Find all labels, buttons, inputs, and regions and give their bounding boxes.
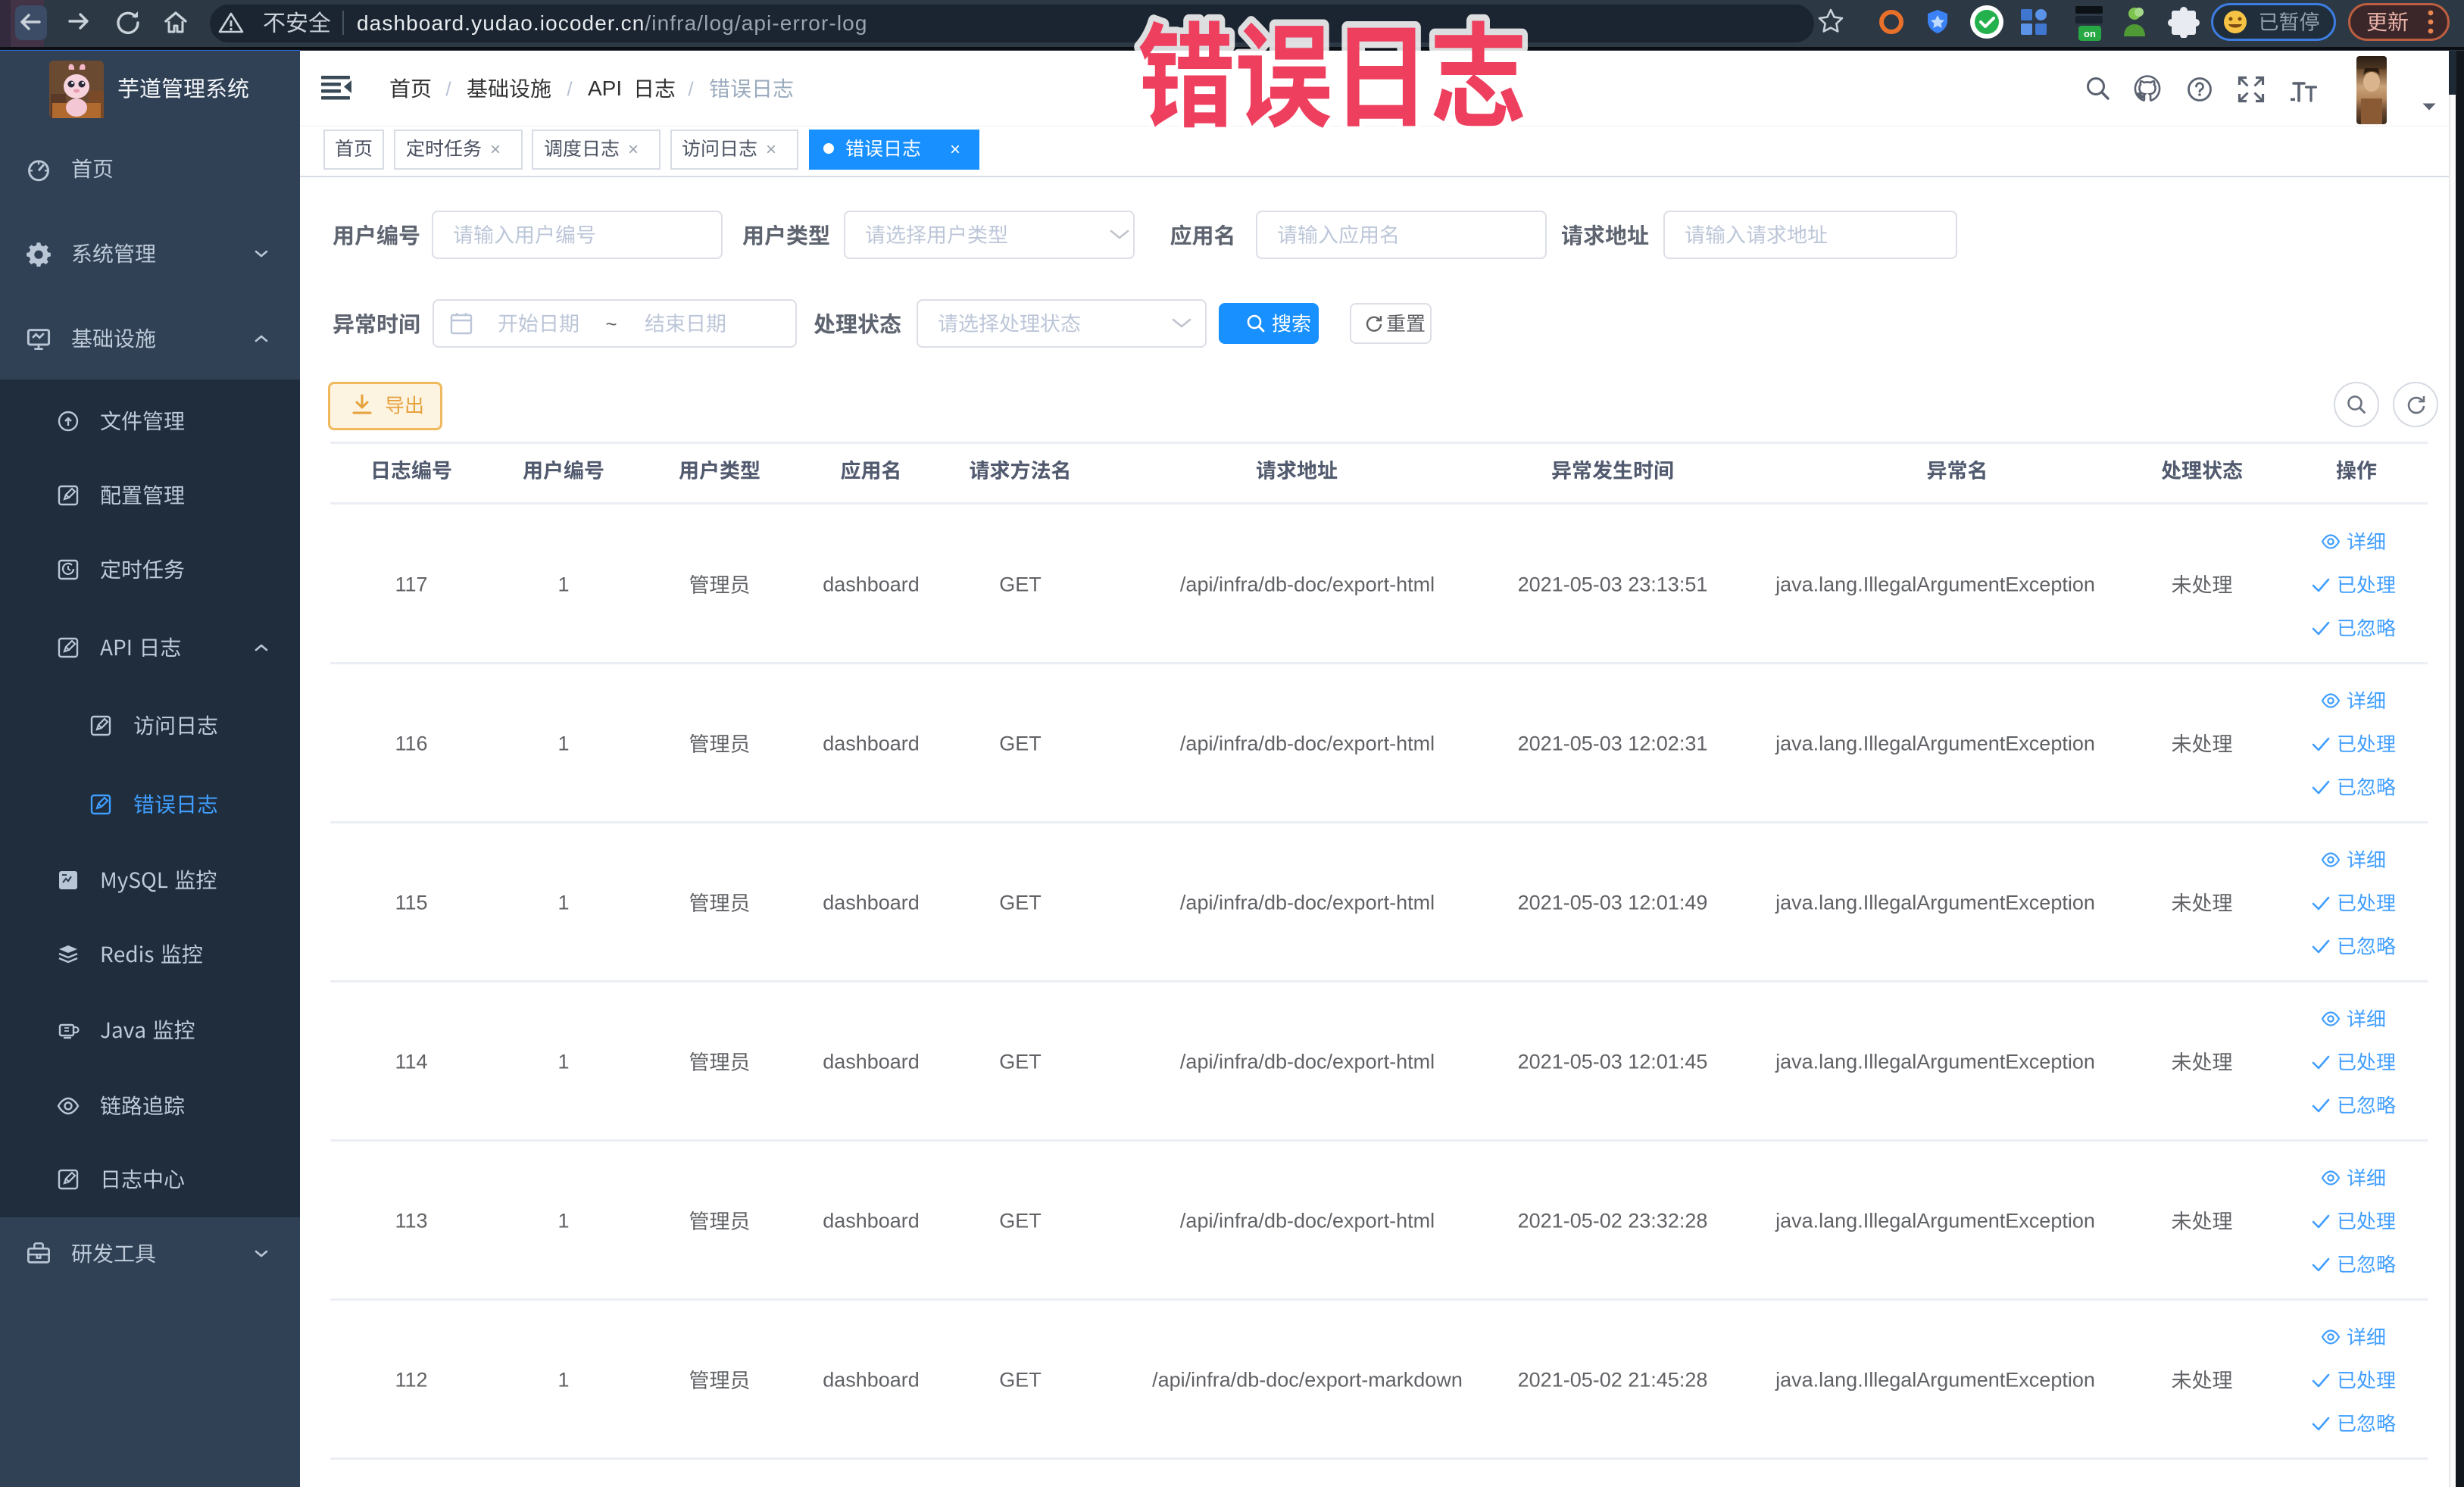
svg-text:on: on xyxy=(2084,28,2096,39)
